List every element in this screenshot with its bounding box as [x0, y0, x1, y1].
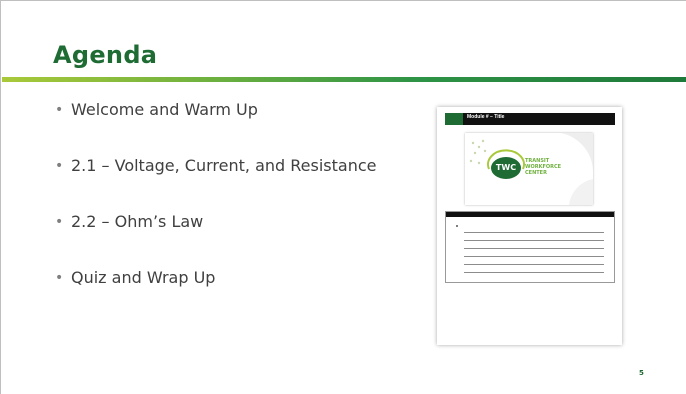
agenda-list: • Welcome and Warm Up • 2.1 – Voltage, C… — [55, 99, 376, 323]
module-thumbnail: Module # – Title TWC TRANSIT WORKFORCE C… — [437, 107, 622, 345]
bullet-icon: • — [55, 158, 64, 174]
agenda-item-text: Welcome and Warm Up — [71, 100, 258, 119]
text-line — [464, 248, 604, 249]
bullet-icon: • — [55, 270, 64, 286]
agenda-item: • 2.1 – Voltage, Current, and Resistance — [55, 155, 376, 211]
thumbnail-content-slide — [445, 211, 615, 283]
content-header-bar — [446, 212, 614, 217]
slide: Agenda • Welcome and Warm Up • 2.1 – Vol… — [0, 0, 686, 394]
text-line — [464, 272, 604, 273]
agenda-item-text: Quiz and Wrap Up — [71, 268, 216, 287]
agenda-item-text: 2.2 – Ohm’s Law — [71, 212, 204, 231]
bullet-icon: • — [55, 214, 64, 230]
header-accent — [445, 113, 463, 125]
thumbnail-header-text: Module # – Title — [467, 114, 505, 120]
text-line — [464, 240, 604, 241]
bullet-icon: • — [55, 102, 64, 118]
slide-title: Agenda — [53, 41, 158, 69]
text-line — [464, 256, 604, 257]
title-divider — [2, 77, 686, 82]
agenda-item: • 2.2 – Ohm’s Law — [55, 211, 376, 267]
logo-card: TWC TRANSIT WORKFORCE CENTER — [465, 133, 593, 205]
mini-bullet-icon — [456, 225, 458, 227]
agenda-item: • Welcome and Warm Up — [55, 99, 376, 155]
logo-wordmark: TRANSIT WORKFORCE CENTER — [525, 158, 562, 176]
text-line — [464, 232, 604, 233]
page-number: 5 — [639, 369, 644, 377]
twc-logo: TWC — [491, 157, 521, 179]
thumbnail-header: Module # – Title — [445, 113, 615, 125]
agenda-item: • Quiz and Wrap Up — [55, 267, 376, 323]
text-line — [464, 264, 604, 265]
agenda-item-text: 2.1 – Voltage, Current, and Resistance — [71, 156, 377, 175]
